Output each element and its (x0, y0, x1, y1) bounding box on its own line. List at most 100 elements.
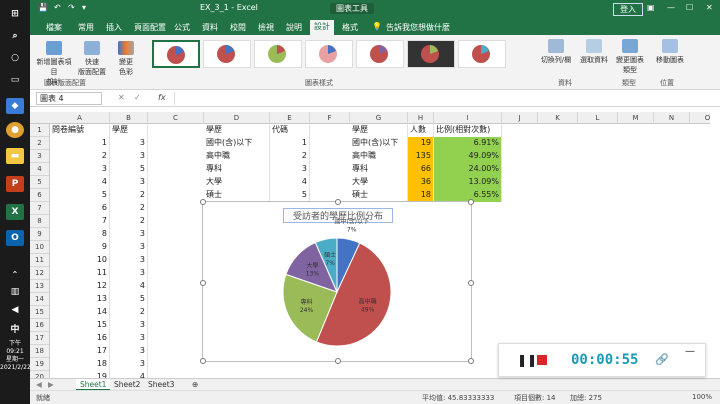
cancel-icon[interactable]: ✕ (118, 93, 125, 102)
row-header-17[interactable]: 17 (30, 332, 49, 345)
zoom-level[interactable]: 100% (692, 393, 712, 401)
header-cell[interactable]: 學歷 (110, 124, 148, 137)
data-cell[interactable]: 1 (50, 137, 110, 150)
column-header-d[interactable]: D (204, 112, 270, 124)
input-language[interactable]: 中 (6, 320, 24, 336)
column-header-g[interactable]: G (350, 112, 408, 124)
chart-style-4[interactable] (305, 40, 353, 68)
data-cell[interactable]: 5 (110, 293, 148, 306)
data-cell[interactable]: 19 (50, 371, 110, 378)
resize-handle[interactable] (200, 199, 206, 205)
data-cell[interactable]: 專科 (350, 163, 408, 176)
tab-help[interactable]: 說明 (282, 21, 306, 34)
data-cell[interactable]: 5 (110, 163, 148, 176)
header-cell[interactable]: 人數 (408, 124, 434, 137)
data-cell[interactable]: 13.09% (434, 176, 502, 189)
column-header-l[interactable]: L (578, 112, 618, 124)
ribbon-display-icon[interactable]: ▣ (647, 3, 655, 12)
change-colors-button[interactable]: 變更 色彩 (112, 41, 140, 77)
tab-review[interactable]: 校閱 (226, 21, 250, 34)
maximize-button[interactable]: ☐ (686, 3, 693, 12)
data-cell[interactable]: 2 (110, 306, 148, 319)
data-cell[interactable]: 國中(含)以下 (350, 137, 408, 150)
formula-input[interactable] (174, 92, 714, 105)
tab-formulas[interactable]: 公式 (170, 21, 194, 34)
minimize-recorder-icon[interactable]: — (685, 346, 695, 357)
resize-handle[interactable] (468, 199, 474, 205)
data-cell[interactable]: 66 (408, 163, 434, 176)
data-cell[interactable]: 6.91% (434, 137, 502, 150)
tab-view[interactable]: 檢視 (254, 21, 278, 34)
data-cell[interactable]: 3 (50, 163, 110, 176)
row-header-8[interactable]: 8 (30, 215, 49, 228)
header-cell[interactable]: 問卷編號 (50, 124, 110, 137)
stop-icon[interactable] (537, 355, 547, 365)
data-cell[interactable]: 19 (408, 137, 434, 150)
column-header-i[interactable]: I (434, 112, 502, 124)
chrome-icon[interactable]: ● (6, 122, 24, 138)
tab-file[interactable]: 檔案 (42, 21, 66, 34)
data-cell[interactable]: 3 (270, 163, 310, 176)
select-data-button[interactable]: 選取資料 (578, 39, 610, 65)
data-cell[interactable]: 8 (50, 228, 110, 241)
data-cell[interactable]: 3 (110, 228, 148, 241)
data-cell[interactable]: 4 (270, 176, 310, 189)
data-cell[interactable]: 3 (110, 150, 148, 163)
row-header-14[interactable]: 14 (30, 293, 49, 306)
data-cell[interactable]: 2 (270, 150, 310, 163)
header-cell[interactable]: 學歷 (350, 124, 408, 137)
cortana-icon[interactable]: ○ (6, 50, 24, 66)
function-icon[interactable]: fx (158, 93, 166, 102)
data-cell[interactable]: 2 (110, 189, 148, 202)
data-cell[interactable]: 高中職 (350, 150, 408, 163)
column-header-o[interactable]: O (690, 112, 710, 124)
data-cell[interactable]: 14 (50, 306, 110, 319)
resize-handle[interactable] (335, 199, 341, 205)
data-cell[interactable]: 3 (110, 319, 148, 332)
outlook-icon[interactable]: O (6, 230, 24, 246)
system-clock[interactable]: 下午 09:21 星期一 2021/2/22 (0, 340, 31, 372)
row-header-5[interactable]: 5 (30, 176, 49, 189)
enter-icon[interactable]: ✓ (134, 93, 141, 102)
data-cell[interactable]: 專科 (204, 163, 270, 176)
row-header-18[interactable]: 18 (30, 345, 49, 358)
data-cell[interactable]: 大學 (204, 176, 270, 189)
data-cell[interactable]: 3 (110, 345, 148, 358)
data-cell[interactable]: 11 (50, 267, 110, 280)
undo-icon[interactable]: ↶ (54, 3, 61, 12)
chart-style-2[interactable] (203, 40, 251, 68)
resize-handle[interactable] (468, 280, 474, 286)
windows-start-icon[interactable]: ⊞ (6, 6, 24, 22)
data-cell[interactable]: 17 (50, 345, 110, 358)
tab-format[interactable]: 格式 (338, 21, 362, 34)
data-cell[interactable]: 16 (50, 332, 110, 345)
data-cell[interactable]: 12 (50, 280, 110, 293)
pie-chart[interactable]: 受訪者的學歷比例分布 國中(含)以下 7% 高中職 49% 專科 24% 大學 13% 碩士 7% (200, 199, 474, 364)
sign-in-button[interactable]: 登入 (613, 3, 643, 16)
chevron-up-icon[interactable]: ⌃ (6, 266, 24, 282)
data-cell[interactable]: 國中(含)以下 (204, 137, 270, 150)
tab-design[interactable]: 設計 (310, 20, 334, 35)
row-header-2[interactable]: 2 (30, 137, 49, 150)
quick-layout-button[interactable]: 快速 版面配置 (74, 41, 110, 77)
resize-handle[interactable] (200, 358, 206, 364)
column-header-a[interactable]: A (50, 112, 110, 124)
task-view-icon[interactable]: ▭ (6, 72, 24, 88)
row-header-9[interactable]: 9 (30, 228, 49, 241)
switch-row-column-button[interactable]: 切換列/欄 (536, 39, 576, 65)
row-header-1[interactable]: 1 (30, 124, 49, 137)
data-cell[interactable]: 2 (110, 215, 148, 228)
data-cell[interactable]: 49.09% (434, 150, 502, 163)
row-header-6[interactable]: 6 (30, 189, 49, 202)
column-header-k[interactable]: K (538, 112, 578, 124)
data-cell[interactable]: 18 (50, 358, 110, 371)
column-header-n[interactable]: N (654, 112, 690, 124)
data-cell[interactable]: 高中職 (204, 150, 270, 163)
data-cell[interactable]: 4 (110, 280, 148, 293)
chart-style-7[interactable] (458, 40, 506, 68)
chart-style-6[interactable] (407, 40, 455, 68)
row-header-16[interactable]: 16 (30, 319, 49, 332)
data-cell[interactable]: 3 (110, 176, 148, 189)
move-chart-button[interactable]: 移動圖表 (654, 39, 686, 65)
data-cell[interactable]: 15 (50, 319, 110, 332)
